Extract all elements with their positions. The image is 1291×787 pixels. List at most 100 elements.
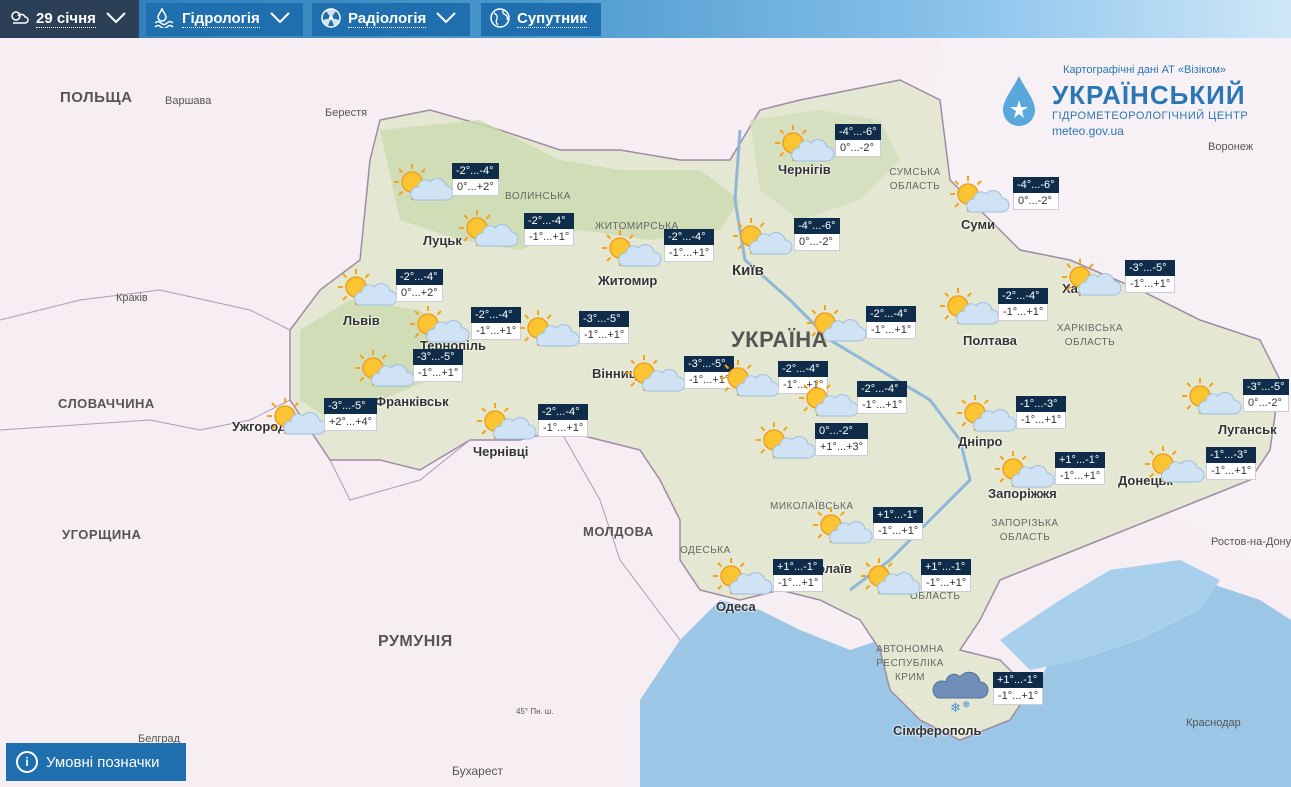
night-temperature: 0°...+2°	[452, 179, 499, 196]
globe-icon	[489, 7, 511, 33]
city-frankivsk: Франківськ	[375, 394, 449, 409]
radiology-button[interactable]: Радіологія	[312, 3, 470, 36]
date-selector[interactable]: 29 січня	[0, 0, 139, 38]
partly-cloudy-icon[interactable]	[948, 174, 1012, 216]
country-romania: РУМУНІЯ	[378, 633, 453, 650]
night-temperature: +2°...+4°	[324, 414, 378, 431]
info-icon: i	[16, 751, 38, 773]
forecast-label-donetsk[interactable]: -1°...-3° -1°...+1°	[1206, 447, 1257, 480]
partly-cloudy-icon[interactable]	[600, 228, 664, 270]
day-temperature: -3°...-5°	[1243, 379, 1289, 395]
legend-button[interactable]: i Умовні позначки	[6, 743, 186, 781]
country-poland: ПОЛЬЩА	[60, 89, 133, 106]
night-temperature: -1°...+1°	[524, 229, 575, 246]
night-temperature: -1°...+1°	[873, 523, 924, 540]
forecast-label-mykolaiv[interactable]: +1°...-1° -1°...+1°	[873, 507, 924, 540]
night-temperature: -1°...+1°	[998, 304, 1049, 321]
forecast-label-poltava[interactable]: -2°...-4° -1°...+1°	[998, 288, 1049, 321]
day-temperature: -3°...-5°	[324, 398, 378, 414]
partly-cloudy-icon[interactable]	[938, 286, 1002, 328]
partly-cloudy-icon[interactable]	[773, 123, 837, 165]
partly-cloudy-icon[interactable]	[811, 505, 875, 547]
forecast-label-volyn[interactable]: -2°...-4° 0°...+2°	[452, 163, 499, 196]
day-temperature: -4°...-6°	[1013, 177, 1059, 193]
day-temperature: -2°...-4°	[538, 404, 589, 420]
forecast-label-kherson[interactable]: +1°...-1° -1°...+1°	[921, 559, 972, 592]
day-temperature: +1°...-1°	[873, 507, 924, 523]
partly-cloudy-icon[interactable]	[1180, 376, 1244, 418]
partly-cloudy-icon[interactable]	[859, 556, 923, 598]
forecast-label-luhansk[interactable]: -3°...-5° 0°...-2°	[1243, 379, 1289, 412]
day-temperature: -2°...-4°	[857, 381, 908, 397]
city-bucharest: Бухарест	[452, 764, 503, 778]
forecast-label-crimea[interactable]: +1°...-1° -1°...+1°	[993, 672, 1044, 705]
night-temperature: 0°...-2°	[1243, 395, 1289, 412]
partly-cloudy-icon[interactable]	[624, 353, 688, 395]
city-zhytomyr: Житомир	[598, 273, 658, 288]
partly-cloudy-icon[interactable]	[805, 303, 869, 345]
night-temperature: -1°...+1°	[664, 245, 715, 262]
forecast-label-zaporizhzhia[interactable]: +1°...-1° -1°...+1°	[1055, 452, 1106, 485]
forecast-label-ternopil[interactable]: -2°...-4° -1°...+1°	[471, 307, 522, 340]
partly-cloudy-icon[interactable]	[718, 358, 782, 400]
partly-cloudy-icon[interactable]	[408, 304, 472, 346]
map-canvas[interactable]	[0, 38, 1291, 787]
night-temperature: -1°...+1°	[993, 688, 1044, 705]
date-label: 29 січня	[36, 9, 96, 28]
legend-label: Умовні позначки	[46, 753, 160, 771]
forecast-label-chernivtsi[interactable]: -2°...-4° -1°...+1°	[538, 404, 589, 437]
logo-url[interactable]: meteo.gov.ua	[1052, 124, 1124, 138]
night-temperature: -1°...+1°	[857, 397, 908, 414]
partly-cloudy-icon[interactable]	[993, 449, 1057, 491]
partly-cloudy-icon[interactable]	[955, 393, 1019, 435]
hydrology-button[interactable]: Гідрологія	[146, 3, 303, 36]
partly-cloudy-icon[interactable]	[457, 208, 521, 250]
night-temperature: -1°...+1°	[579, 327, 630, 344]
day-temperature: -2°...-4°	[998, 288, 1049, 304]
partly-cloudy-icon[interactable]	[711, 556, 775, 598]
partly-cloudy-icon[interactable]	[754, 420, 818, 462]
partly-cloudy-icon[interactable]	[392, 162, 456, 204]
forecast-label-kirovohrad[interactable]: 0°...-2° +1°...+3°	[815, 423, 869, 456]
region-zaporizhzhia: ЗАПОРІЗЬКА ОБЛАСТЬ	[991, 518, 1059, 543]
partly-cloudy-icon[interactable]	[475, 401, 539, 443]
forecast-label-cherkasy[interactable]: -2°...-4° -1°...+1°	[866, 306, 917, 339]
chevron-down-icon	[436, 11, 457, 28]
forecast-label-khmelnytskyi[interactable]: -3°...-5° -1°...+1°	[579, 311, 630, 344]
forecast-label-zhytomyr[interactable]: -2°...-4° -1°...+1°	[664, 229, 715, 262]
day-temperature: -4°...-6°	[794, 218, 840, 234]
forecast-label-rivne[interactable]: -2°...-4° -1°...+1°	[524, 213, 575, 246]
city-kyiv: Київ	[732, 262, 764, 279]
partly-cloudy-icon[interactable]	[797, 378, 861, 420]
forecast-label-sumy[interactable]: -4°...-6° 0°...-2°	[1013, 177, 1059, 210]
partly-cloudy-icon[interactable]	[1060, 257, 1124, 299]
partly-cloudy-icon[interactable]	[265, 396, 329, 438]
city-krakow: Краків	[116, 292, 148, 304]
partly-cloudy-icon[interactable]	[518, 308, 582, 350]
forecast-label-kropyvnytskyi[interactable]: -2°...-4° -1°...+1°	[857, 381, 908, 414]
day-temperature: -2°...-4°	[471, 307, 522, 323]
forecast-label-kharkiv[interactable]: -3°...-5° -1°...+1°	[1125, 260, 1176, 293]
snow-cloud-icon[interactable]: ❄ ❄	[930, 668, 994, 715]
svg-text:❄: ❄	[962, 700, 970, 711]
partly-cloudy-icon[interactable]	[731, 216, 795, 258]
forecast-label-odesa[interactable]: +1°...-1° -1°...+1°	[773, 559, 824, 592]
night-temperature: -1°...+1°	[538, 420, 589, 437]
logo-title: УКРАЇНСЬКИЙ	[1052, 80, 1246, 110]
parallel-label: 45° Пн. ш.	[516, 707, 554, 716]
forecast-label-frankivsk[interactable]: -3°...-5° -1°...+1°	[413, 349, 464, 382]
satellite-button[interactable]: Супутник	[481, 3, 601, 36]
city-poltava: Полтава	[963, 333, 1017, 348]
partly-cloudy-icon[interactable]	[1143, 444, 1207, 486]
day-temperature: 0°...-2°	[815, 423, 869, 439]
forecast-label-uzhhorod[interactable]: -3°...-5° +2°...+4°	[324, 398, 378, 431]
ukrhydromet-logo[interactable]: Картографічні дані АТ «Візіком» УКРАЇНСЬ…	[1000, 62, 1248, 142]
partly-cloudy-icon[interactable]	[353, 348, 417, 390]
forecast-label-chernihiv[interactable]: -4°...-6° 0°...-2°	[835, 124, 881, 157]
partly-cloudy-icon[interactable]	[336, 267, 400, 309]
night-temperature: 0°...-2°	[1013, 193, 1059, 210]
forecast-label-kyiv[interactable]: -4°...-6° 0°...-2°	[794, 218, 840, 251]
forecast-label-dnipro[interactable]: -1°...-3° -1°...+1°	[1016, 396, 1067, 429]
day-temperature: +1°...-1°	[993, 672, 1044, 688]
forecast-label-lviv[interactable]: -2°...-4° 0°...+2°	[396, 269, 443, 302]
